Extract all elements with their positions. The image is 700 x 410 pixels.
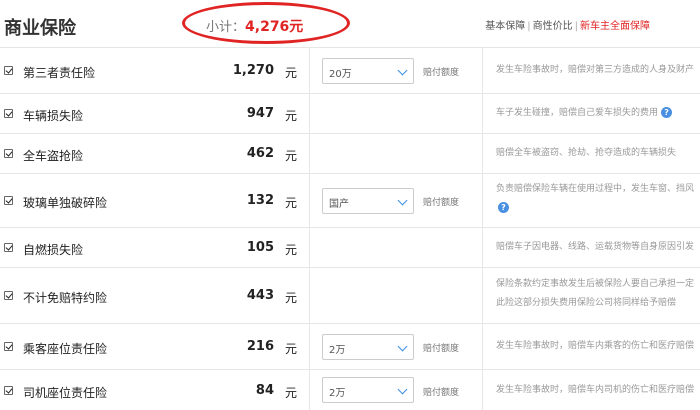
chevron-down-icon (397, 195, 408, 206)
page-title: 商业保险 (4, 18, 76, 39)
insurance-row: 第三者责任险 1,270 元 20万 赔付额度 发生车险事故时，赔偿对第三方造成… (0, 48, 700, 94)
insurance-name: 车辆损失险 (23, 109, 84, 123)
price-unit: 元 (285, 196, 298, 210)
chevron-down-icon (397, 341, 408, 352)
coverage-select[interactable]: 国产 (322, 188, 414, 214)
coverage-label: 赔付额度 (423, 388, 460, 398)
row-checkbox[interactable] (4, 149, 13, 158)
coverage-label: 赔付额度 (423, 198, 460, 208)
insurance-price: 132 (246, 193, 274, 208)
price-unit: 元 (285, 243, 298, 257)
row-checkbox[interactable] (4, 243, 13, 252)
coverage-select[interactable]: 20万 (322, 58, 414, 84)
insurance-price: 84 (255, 383, 274, 398)
plan-separator: | (574, 21, 578, 32)
price-unit: 元 (285, 386, 298, 400)
help-icon[interactable]: ? (661, 107, 673, 118)
price-unit: 元 (285, 149, 298, 163)
coverage-select-value: 2万 (329, 388, 346, 399)
plan-separator: | (527, 21, 531, 32)
help-icon[interactable]: ? (498, 202, 509, 213)
insurance-name: 全车盗抢险 (23, 149, 84, 163)
plan-link-basic[interactable]: 基本保障 (485, 21, 525, 32)
row-checkbox[interactable] (4, 196, 13, 205)
insurance-price: 443 (246, 288, 274, 303)
insurance-name: 第三者责任险 (23, 66, 96, 80)
row-checkbox[interactable] (4, 342, 13, 351)
insurance-price: 216 (246, 339, 274, 354)
plan-link-value[interactable]: 商性价比 (533, 21, 573, 32)
price-unit: 元 (285, 66, 298, 80)
subtotal-label: 小计： (206, 20, 246, 35)
insurance-row: 乘客座位责任险 216 元 2万 赔付额度 发生车险事故时，赔偿车内乘客的伤亡和… (0, 324, 700, 370)
insurance-price: 947 (246, 106, 274, 121)
price-unit: 元 (285, 291, 298, 305)
insurance-name: 自燃损失险 (23, 243, 84, 257)
insurance-name: 乘客座位责任险 (23, 342, 108, 356)
plan-link-new-owner[interactable]: 新车主全面保障 (580, 21, 650, 32)
insurance-row: 不计免赔特约险 443 元 保险条款约定事故发生后被保险人要自己承担一定 此险这部… (0, 268, 700, 324)
insurance-description: 赔偿全车被盗窃、抢劫、抢夺造成的车辆损失 (496, 148, 677, 158)
row-checkbox[interactable] (4, 291, 13, 300)
insurance-price: 105 (246, 240, 274, 255)
insurance-description: 车子发生碰撞，赔偿自己爱车损失的费用? (496, 104, 700, 123)
coverage-select[interactable]: 2万 (322, 377, 414, 403)
subtotal-amount: 4,276元 (245, 19, 304, 35)
subtotal: 小计：4,276元 (206, 16, 303, 36)
insurance-name: 不计免赔特约险 (23, 291, 108, 305)
insurance-row: 司机座位责任险 84 元 2万 赔付额度 发生车险事故时，赔偿车内司机的伤亡和医… (0, 370, 700, 410)
insurance-price: 1,270 (232, 63, 274, 78)
coverage-label: 赔付额度 (423, 344, 460, 354)
row-checkbox[interactable] (4, 109, 13, 118)
section-header: 商业保险 小计：4,276元 基本保障 | 商性价比 | 新车主全面保障 (0, 0, 700, 48)
plan-links: 基本保障 | 商性价比 | 新车主全面保障 (485, 17, 650, 32)
insurance-description: 发生车险事故时，赔偿车内司机的伤亡和医疗赔偿 (496, 385, 695, 395)
insurance-row: 自燃损失险 105 元 赔偿车子因电器、线路、运载货物等自身原因引发 (0, 228, 700, 268)
insurance-name: 司机座位责任险 (23, 386, 108, 400)
coverage-select-value: 20万 (329, 69, 352, 80)
insurance-price: 462 (246, 146, 274, 161)
insurance-description: 赔偿车子因电器、线路、运载货物等自身原因引发 (496, 242, 695, 252)
insurance-row: 车辆损失险 947 元 车子发生碰撞，赔偿自己爱车损失的费用? (0, 94, 700, 134)
insurance-description: 发生车险事故时，赔偿车内乘客的伤亡和医疗赔偿 (496, 341, 695, 351)
chevron-down-icon (397, 65, 408, 76)
coverage-label: 赔付额度 (423, 68, 460, 78)
insurance-row: 玻璃单独破碎险 132 元 国产 赔付额度 负责赔偿保险车辆在使用过程中，发生车… (0, 174, 700, 228)
insurance-description: 保险条款约定事故发生后被保险人要自己承担一定 此险这部分损失费用保险公司将同样给予… (496, 279, 695, 308)
insurance-row: 全车盗抢险 462 元 赔偿全车被盗窃、抢劫、抢夺造成的车辆损失 (0, 134, 700, 174)
row-checkbox[interactable] (4, 386, 13, 395)
insurance-description: 发生车险事故时，赔偿对第三方造成的人身及财产 (496, 65, 695, 75)
coverage-select[interactable]: 2万 (322, 334, 414, 360)
row-checkbox[interactable] (4, 66, 13, 75)
insurance-description: 负责赔偿保险车辆在使用过程中，发生车窗、挡风? (496, 184, 695, 213)
price-unit: 元 (285, 342, 298, 356)
chevron-down-icon (397, 384, 408, 395)
coverage-select-value: 国产 (329, 199, 349, 210)
price-unit: 元 (285, 109, 298, 123)
insurance-name: 玻璃单独破碎险 (23, 196, 108, 210)
coverage-select-value: 2万 (329, 345, 346, 356)
